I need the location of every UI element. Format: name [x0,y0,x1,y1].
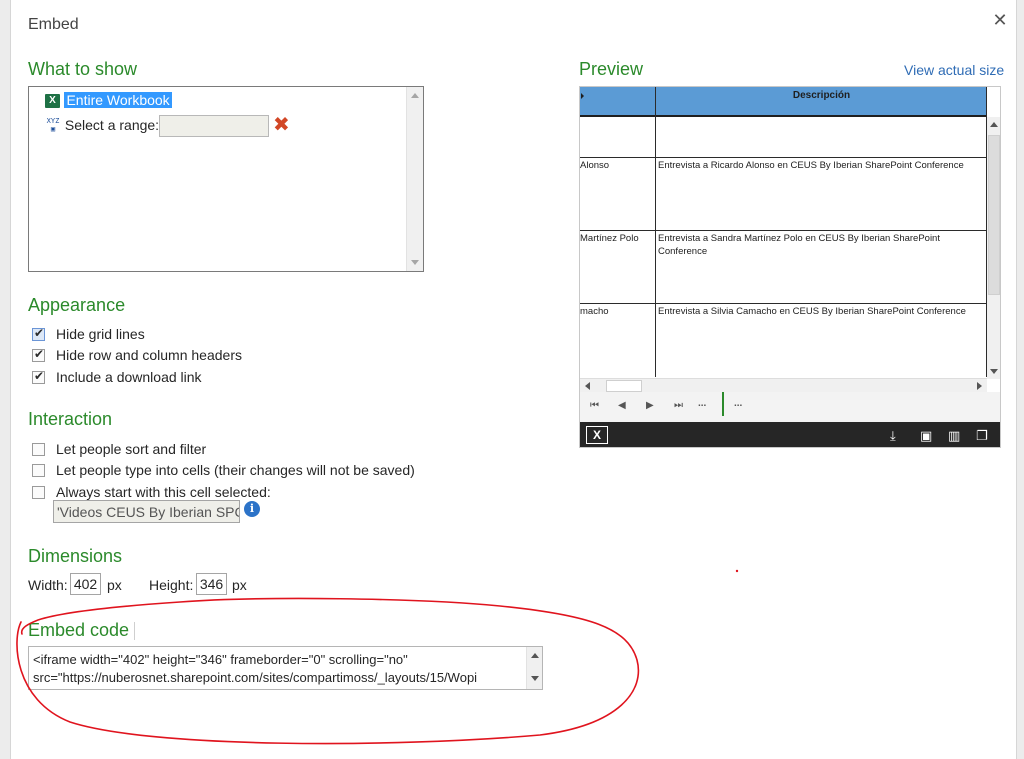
preview-vertical-scrollbar[interactable] [987,117,1000,379]
select-range-label: Select a range: [64,117,160,133]
appearance-heading: Appearance [28,295,126,315]
background-window-left [0,0,11,759]
full-screen-icon[interactable]: ❐ [976,428,988,444]
excel-logo-icon: X [586,426,608,444]
preview-column-header: Descripción [792,90,851,101]
sort-filter-label: Let people sort and filter [56,441,207,457]
hide-grid-lines-label: Hide grid lines [56,326,145,342]
dialog-title: Embed [28,16,79,33]
code-scroll-down-icon[interactable] [531,676,539,681]
height-unit: px [232,577,247,593]
entire-workbook-label: Entire Workbook [64,92,172,108]
width-label: Width: [28,577,68,593]
preview-row-line [580,303,987,304]
embed-code-textarea[interactable]: <iframe width="402" height="346" framebo… [28,646,543,690]
background-window-right [1016,0,1024,759]
preview-desc-cell: Entrevista a Ricardo Alonso en CEUS By I… [658,160,964,171]
preview-desc-cell: Entrevista a Sandra Martínez Polo en CEU… [658,233,940,257]
preview-scroll-left-icon[interactable] [585,382,590,390]
next-sheet-icon[interactable]: ▶ [646,400,654,411]
hide-grid-lines-checkbox[interactable] [32,326,45,341]
preview-pane: Descripción Alonso Entrevista a Ricardo … [579,86,1001,448]
what-to-show-list[interactable]: X Entire Workbook XYZ ▣ Select a range: ✖ [28,86,424,272]
preview-sheet-navigation: ⏮ ◀ ▶ ⏭ ... ... [580,392,1000,422]
previous-sheet-icon[interactable]: ◀ [618,400,626,411]
download-link-label: Include a download link [56,369,202,385]
preview-scroll-up-icon[interactable] [990,122,998,127]
preview-name-cell: Martínez Polo [580,233,639,244]
start-cell-input[interactable]: 'Videos CEUS By Iberian SPC [53,500,240,523]
survey-icon[interactable]: ▣ [920,428,932,444]
preview-horizontal-thumb[interactable] [606,380,642,392]
preview-heading: Preview [579,59,644,79]
interaction-heading: Interaction [28,409,113,429]
height-label: Height: [149,577,194,593]
download-link-checkbox[interactable] [32,369,45,384]
preview-footer-bar: X ⤓ ▣ ▥ ❐ [580,422,1000,447]
embed-dialog: Embed ✕ What to show X Entire Workbook X… [12,0,1016,759]
width-input[interactable]: 402 [70,573,101,595]
embed-code-scrollbar[interactable] [526,647,542,689]
preview-name-cell: Alonso [580,160,610,171]
scroll-up-icon[interactable] [411,93,419,98]
start-cell-label: Always start with this cell selected: [56,484,271,500]
dimensions-heading: Dimensions [28,546,123,566]
sort-filter-checkbox[interactable] [32,443,45,456]
download-icon[interactable]: ⤓ [890,428,896,444]
sheet-ellipsis-left[interactable]: ... [698,398,706,409]
view-actual-size-link[interactable]: View actual size [904,62,1004,78]
last-sheet-icon[interactable]: ⏭ [674,400,683,411]
scroll-down-icon[interactable] [411,260,419,265]
preview-scroll-down-icon[interactable] [990,369,998,374]
height-input[interactable]: 346 [196,573,227,595]
hide-headers-checkbox[interactable] [32,347,45,362]
embed-code-heading: Embed code [28,620,130,640]
select-range-option[interactable]: XYZ ▣ Select a range: [45,117,159,135]
embed-code-divider [134,622,135,640]
preview-horizontal-scrollbar[interactable] [580,378,987,392]
entire-workbook-option[interactable]: X Entire Workbook [45,92,172,110]
start-cell-checkbox[interactable] [32,486,45,499]
clear-range-icon[interactable]: ✖ [273,112,290,137]
embed-code-line-1: <iframe width="402" height="346" framebo… [33,652,408,667]
excel-icon: X [45,93,60,108]
preview-col-divider [655,87,656,377]
type-cells-checkbox[interactable] [32,464,45,477]
preview-header-row: Descripción [580,87,987,117]
details-icon[interactable]: ▥ [948,428,960,444]
preview-name-cell: macho [580,306,609,317]
what-to-show-heading: What to show [28,59,138,79]
header-arrow-icon [581,93,584,99]
preview-scroll-right-icon[interactable] [977,382,982,390]
type-cells-label: Let people type into cells (their change… [56,462,415,478]
first-sheet-icon[interactable]: ⏮ [590,400,599,411]
preview-row-line [580,157,987,158]
preview-vertical-thumb[interactable] [988,135,1000,295]
preview-row-line [580,230,987,231]
info-icon[interactable]: i [244,501,260,517]
preview-desc-cell: Entrevista a Silvia Camacho en CEUS By I… [658,306,966,317]
list-scrollbar[interactable] [406,87,423,271]
hide-headers-label: Hide row and column headers [56,347,242,363]
sheet-ellipsis-right[interactable]: ... [734,398,742,409]
close-icon[interactable]: ✕ [992,10,1008,32]
range-icon: XYZ ▣ [46,117,60,134]
width-unit: px [107,577,122,593]
code-scroll-up-icon[interactable] [531,653,539,658]
range-input[interactable] [159,115,269,137]
embed-code-line-2: src="https://nuberosnet.sharepoint.com/s… [33,670,478,685]
active-sheet-marker[interactable] [722,392,724,416]
